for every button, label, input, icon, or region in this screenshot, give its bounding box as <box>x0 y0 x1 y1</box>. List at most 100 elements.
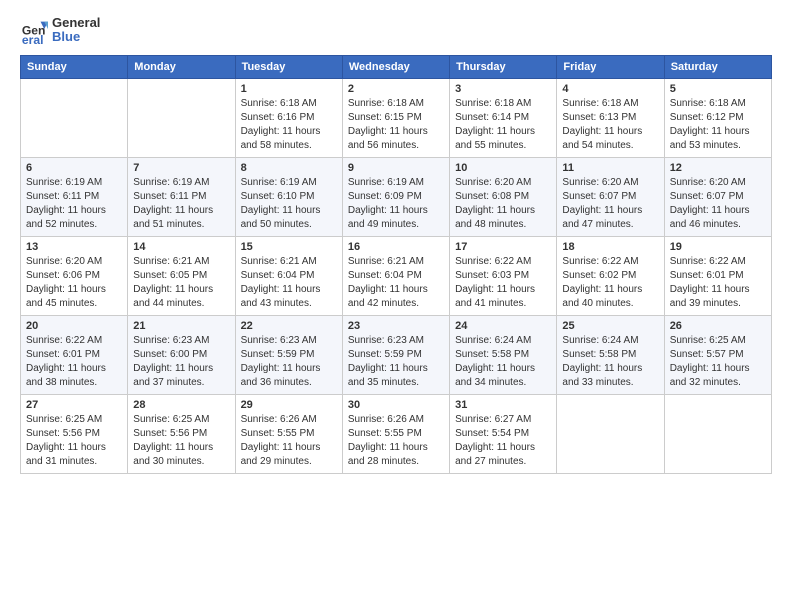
day-number: 24 <box>455 320 551 332</box>
day-info: Sunrise: 6:24 AM Sunset: 5:58 PM Dayligh… <box>562 334 658 390</box>
calendar-cell: 4Sunrise: 6:18 AM Sunset: 6:13 PM Daylig… <box>557 78 664 157</box>
calendar-cell: 16 Sunrise: 6:21 AM Sunset: 6:04 PM Dayli… <box>342 236 449 315</box>
day-info: Sunrise: 6:21 AM Sunset: 6:04 PM Dayligh… <box>348 255 444 311</box>
calendar-week-3: 20Sunrise: 6:22 AM Sunset: 6:01 PM Dayli… <box>21 315 772 394</box>
calendar-cell: 1 Sunrise: 6:18 AM Sunset: 6:16 PM Daylig… <box>235 78 342 157</box>
weekday-header-sunday: Sunday <box>21 55 128 78</box>
calendar-cell: 27 Sunrise: 6:25 AM Sunset: 5:56 PM Dayli… <box>21 394 128 473</box>
calendar-cell: 28Sunrise: 6:25 AM Sunset: 5:56 PM Dayli… <box>128 394 235 473</box>
logo-text: General Blue <box>52 16 100 45</box>
calendar-table: SundayMondayTuesdayWednesdayThursdayFrid… <box>20 55 772 474</box>
calendar-cell: 14Sunrise: 6:21 AM Sunset: 6:05 PM Dayli… <box>128 236 235 315</box>
logo-blue-text: Blue <box>52 30 100 44</box>
calendar-cell: 6Sunrise: 6:19 AM Sunset: 6:11 PM Daylig… <box>21 157 128 236</box>
day-number: 8 <box>241 162 337 174</box>
day-info: Sunrise: 6:18 AM Sunset: 6:15 PM Dayligh… <box>348 97 444 153</box>
weekday-header-thursday: Thursday <box>450 55 557 78</box>
day-info: Sunrise: 6:25 AM Sunset: 5:56 PM Dayligh… <box>133 413 229 469</box>
calendar-week-1: 6 Sunrise: 6:19 AM Sunset: 6:11 PM Daylig… <box>21 157 772 236</box>
day-number: 19 <box>670 241 766 253</box>
weekday-header-monday: Monday <box>128 55 235 78</box>
day-info: Sunrise: 6:27 AM Sunset: 5:54 PM Dayligh… <box>455 413 551 469</box>
weekday-header-saturday: Saturday <box>664 55 771 78</box>
logo-icon: Gen eral <box>20 16 48 44</box>
calendar-cell: 10 Sunrise: 6:20 AM Sunset: 6:08 PM Dayli… <box>450 157 557 236</box>
day-number: 10 <box>455 162 551 174</box>
weekday-header-friday: Friday <box>557 55 664 78</box>
day-info: Sunrise: 6:18 AM Sunset: 6:14 PM Dayligh… <box>455 97 551 153</box>
calendar-cell <box>664 394 771 473</box>
day-info: Sunrise: 6:18 AM Sunset: 6:16 PM Dayligh… <box>241 97 337 153</box>
calendar-cell: 7 Sunrise: 6:19 AM Sunset: 6:11 PM Daylig… <box>128 157 235 236</box>
day-number: 18 <box>562 241 658 253</box>
calendar-cell: 26Sunrise: 6:25 AM Sunset: 5:57 PM Dayli… <box>664 315 771 394</box>
day-number: 11 <box>562 162 658 174</box>
day-info: Sunrise: 6:19 AM Sunset: 6:10 PM Dayligh… <box>241 176 337 232</box>
day-number: 4 <box>562 83 658 95</box>
day-info: Sunrise: 6:26 AM Sunset: 5:55 PM Dayligh… <box>348 413 444 469</box>
day-info: Sunrise: 6:22 AM Sunset: 6:01 PM Dayligh… <box>26 334 122 390</box>
day-number: 21 <box>133 320 229 332</box>
day-number: 30 <box>348 399 444 411</box>
day-info: Sunrise: 6:19 AM Sunset: 6:11 PM Dayligh… <box>133 176 229 232</box>
calendar-cell: 19 Sunrise: 6:22 AM Sunset: 6:01 PM Dayli… <box>664 236 771 315</box>
day-info: Sunrise: 6:21 AM Sunset: 6:04 PM Dayligh… <box>241 255 337 311</box>
calendar-cell <box>128 78 235 157</box>
day-info: Sunrise: 6:20 AM Sunset: 6:07 PM Dayligh… <box>562 176 658 232</box>
weekday-row: SundayMondayTuesdayWednesdayThursdayFrid… <box>21 55 772 78</box>
calendar-cell <box>557 394 664 473</box>
logo-general-text: General <box>52 16 100 30</box>
day-number: 13 <box>26 241 122 253</box>
day-info: Sunrise: 6:26 AM Sunset: 5:55 PM Dayligh… <box>241 413 337 469</box>
calendar-cell: 13Sunrise: 6:20 AM Sunset: 6:06 PM Dayli… <box>21 236 128 315</box>
day-number: 9 <box>348 162 444 174</box>
day-info: Sunrise: 6:22 AM Sunset: 6:02 PM Dayligh… <box>562 255 658 311</box>
day-info: Sunrise: 6:21 AM Sunset: 6:05 PM Dayligh… <box>133 255 229 311</box>
calendar-cell: 12Sunrise: 6:20 AM Sunset: 6:07 PM Dayli… <box>664 157 771 236</box>
day-number: 29 <box>241 399 337 411</box>
calendar-cell: 11 Sunrise: 6:20 AM Sunset: 6:07 PM Dayli… <box>557 157 664 236</box>
day-number: 27 <box>26 399 122 411</box>
weekday-header-tuesday: Tuesday <box>235 55 342 78</box>
calendar-cell: 22 Sunrise: 6:23 AM Sunset: 5:59 PM Dayli… <box>235 315 342 394</box>
day-info: Sunrise: 6:25 AM Sunset: 5:56 PM Dayligh… <box>26 413 122 469</box>
day-info: Sunrise: 6:22 AM Sunset: 6:01 PM Dayligh… <box>670 255 766 311</box>
svg-text:eral: eral <box>22 33 44 44</box>
calendar-cell: 17 Sunrise: 6:22 AM Sunset: 6:03 PM Dayli… <box>450 236 557 315</box>
weekday-header-wednesday: Wednesday <box>342 55 449 78</box>
calendar-cell: 18 Sunrise: 6:22 AM Sunset: 6:02 PM Dayli… <box>557 236 664 315</box>
day-number: 6 <box>26 162 122 174</box>
day-number: 26 <box>670 320 766 332</box>
calendar-cell: 31 Sunrise: 6:27 AM Sunset: 5:54 PM Dayli… <box>450 394 557 473</box>
day-info: Sunrise: 6:24 AM Sunset: 5:58 PM Dayligh… <box>455 334 551 390</box>
day-number: 31 <box>455 399 551 411</box>
calendar-cell: 24 Sunrise: 6:24 AM Sunset: 5:58 PM Dayli… <box>450 315 557 394</box>
day-info: Sunrise: 6:22 AM Sunset: 6:03 PM Dayligh… <box>455 255 551 311</box>
calendar-cell: 21 Sunrise: 6:23 AM Sunset: 6:00 PM Dayli… <box>128 315 235 394</box>
calendar-cell: 9 Sunrise: 6:19 AM Sunset: 6:09 PM Daylig… <box>342 157 449 236</box>
day-number: 17 <box>455 241 551 253</box>
day-number: 3 <box>455 83 551 95</box>
calendar-header: SundayMondayTuesdayWednesdayThursdayFrid… <box>21 55 772 78</box>
day-number: 7 <box>133 162 229 174</box>
calendar-cell: 25 Sunrise: 6:24 AM Sunset: 5:58 PM Dayli… <box>557 315 664 394</box>
calendar-cell: 2Sunrise: 6:18 AM Sunset: 6:15 PM Daylig… <box>342 78 449 157</box>
calendar-cell: 5Sunrise: 6:18 AM Sunset: 6:12 PM Daylig… <box>664 78 771 157</box>
day-info: Sunrise: 6:23 AM Sunset: 6:00 PM Dayligh… <box>133 334 229 390</box>
logo: Gen eral General Blue <box>20 16 100 45</box>
day-number: 1 <box>241 83 337 95</box>
calendar-cell: 8 Sunrise: 6:19 AM Sunset: 6:10 PM Daylig… <box>235 157 342 236</box>
calendar-cell: 30 Sunrise: 6:26 AM Sunset: 5:55 PM Dayli… <box>342 394 449 473</box>
day-info: Sunrise: 6:19 AM Sunset: 6:09 PM Dayligh… <box>348 176 444 232</box>
day-number: 25 <box>562 320 658 332</box>
day-number: 22 <box>241 320 337 332</box>
day-info: Sunrise: 6:20 AM Sunset: 6:08 PM Dayligh… <box>455 176 551 232</box>
calendar-body: 1 Sunrise: 6:18 AM Sunset: 6:16 PM Daylig… <box>21 78 772 473</box>
day-number: 23 <box>348 320 444 332</box>
day-number: 5 <box>670 83 766 95</box>
day-info: Sunrise: 6:20 AM Sunset: 6:07 PM Dayligh… <box>670 176 766 232</box>
day-number: 16 <box>348 241 444 253</box>
day-info: Sunrise: 6:23 AM Sunset: 5:59 PM Dayligh… <box>241 334 337 390</box>
calendar-cell: 3 Sunrise: 6:18 AM Sunset: 6:14 PM Daylig… <box>450 78 557 157</box>
day-info: Sunrise: 6:23 AM Sunset: 5:59 PM Dayligh… <box>348 334 444 390</box>
